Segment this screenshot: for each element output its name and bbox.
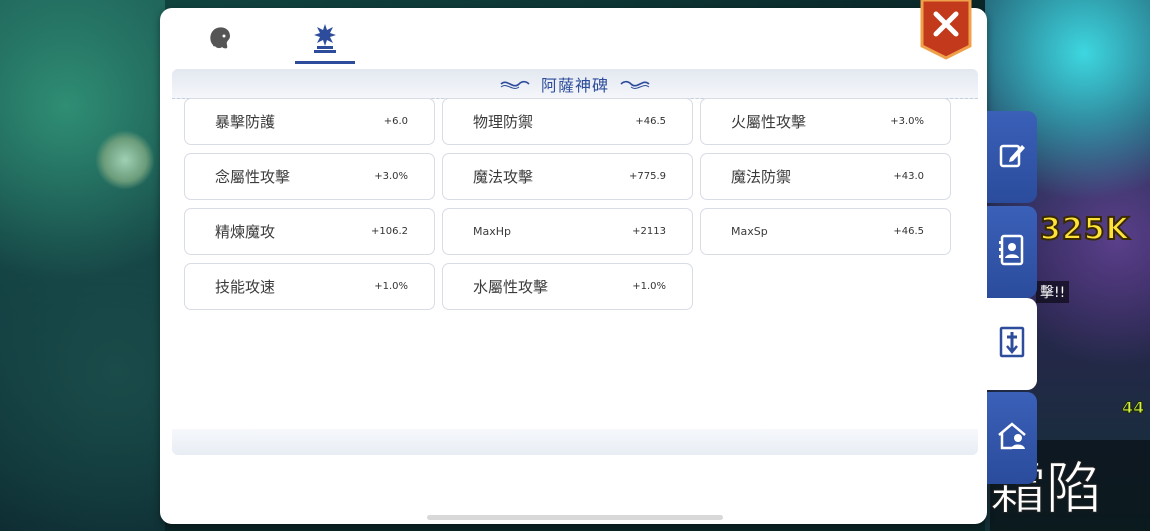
edit-icon (998, 141, 1026, 173)
stat-label: 魔法防禦 (731, 168, 792, 186)
stat-card: 水屬性攻擊 +1.0% (442, 263, 693, 310)
game-background-left (0, 0, 165, 531)
stat-value: +106.2 (370, 226, 408, 237)
stat-card: 暴擊防護 +6.0 (184, 98, 435, 145)
damage-number: 325K (1039, 211, 1130, 248)
guild-house-icon (996, 421, 1028, 455)
horizontal-scrollbar[interactable] (427, 515, 723, 520)
stat-card: MaxSp +46.5 (700, 208, 951, 255)
close-button[interactable] (920, 0, 972, 62)
active-tab-indicator (295, 61, 355, 64)
stat-label: 精煉魔攻 (215, 223, 276, 241)
combat-text: 擊!! (1036, 281, 1070, 303)
tab-monument[interactable] (295, 16, 355, 64)
stat-label: 火屬性攻擊 (731, 113, 807, 131)
stat-label: MaxHp (473, 225, 511, 238)
stat-label: 水屬性攻擊 (473, 278, 549, 296)
stat-label: 技能攻速 (215, 278, 276, 296)
stat-card: 精煉魔攻 +106.2 (184, 208, 435, 255)
stat-label: 念屬性攻擊 (215, 168, 291, 186)
stat-value: +775.9 (628, 171, 666, 182)
stats-content: 阿薩神碑 暴擊防護 +6.0 物理防禦 +46.5 火屬性攻擊 +3.0% 念屬… (172, 69, 978, 455)
contact-book-icon (998, 234, 1026, 270)
stat-value: +43.0 (893, 171, 924, 182)
section-title: 阿薩神碑 (540, 75, 609, 95)
floating-number: 44 (1121, 398, 1145, 418)
stats-grid: 暴擊防護 +6.0 物理防禦 +46.5 火屬性攻擊 +3.0% 念屬性攻擊 +… (184, 98, 952, 310)
stat-card: 念屬性攻擊 +3.0% (184, 153, 435, 200)
character-head-icon (205, 23, 235, 57)
side-nav-monument[interactable] (987, 298, 1037, 390)
monument-icon (999, 326, 1025, 362)
side-nav-contacts[interactable] (987, 206, 1037, 298)
section-header: 阿薩神碑 (172, 69, 978, 99)
panel-tabs (160, 0, 987, 68)
stat-value: +6.0 (383, 116, 408, 127)
stat-label: 魔法攻擊 (473, 168, 534, 186)
stat-card: 技能攻速 +1.0% (184, 263, 435, 310)
close-icon (920, 0, 972, 60)
stat-card: 物理防禦 +46.5 (442, 98, 693, 145)
stat-label: 物理防禦 (473, 113, 534, 131)
stat-card: 魔法攻擊 +775.9 (442, 153, 693, 200)
left-ornament-icon (500, 80, 530, 89)
stat-card: MaxHp +2113 (442, 208, 693, 255)
side-nav-guild[interactable] (987, 392, 1037, 484)
content-footer (172, 429, 978, 455)
attribute-panel: 阿薩神碑 暴擊防護 +6.0 物理防禦 +46.5 火屬性攻擊 +3.0% 念屬… (160, 0, 987, 524)
stat-card: 魔法防禦 +43.0 (700, 153, 951, 200)
stat-value: +1.0% (632, 281, 666, 292)
stat-card: 火屬性攻擊 +3.0% (700, 98, 951, 145)
stat-value: +3.0% (890, 116, 924, 127)
monument-icon (310, 22, 340, 58)
stat-value: +1.0% (374, 281, 408, 292)
side-nav-edit[interactable] (987, 111, 1037, 203)
right-ornament-icon (620, 80, 650, 89)
tab-character[interactable] (190, 16, 250, 64)
stat-value: +46.5 (635, 116, 666, 127)
stat-value: +46.5 (893, 226, 924, 237)
stat-value: +3.0% (374, 171, 408, 182)
stat-label: 暴擊防護 (215, 113, 276, 131)
game-creature (95, 130, 155, 190)
stat-value: +2113 (632, 226, 666, 237)
stat-label: MaxSp (731, 225, 768, 238)
